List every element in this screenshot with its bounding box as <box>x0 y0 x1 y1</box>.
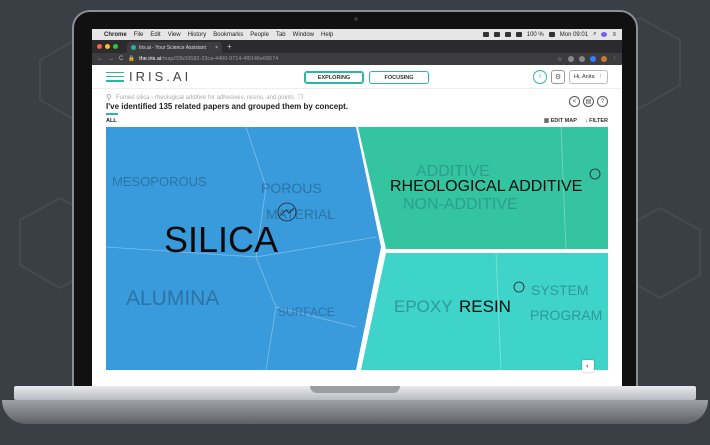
forward-icon[interactable]: → <box>108 56 114 62</box>
accent-underline <box>106 113 118 115</box>
menu-bookmarks[interactable]: Bookmarks <box>213 32 243 38</box>
laptop-screen: Chrome File Edit View History Bookmarks … <box>92 29 622 386</box>
hamburger-icon[interactable] <box>106 71 124 82</box>
copy-icon[interactable]: ❐ <box>298 94 303 101</box>
mode-switch: EXPLORING FOCUSING <box>304 71 429 84</box>
menubar-app-name[interactable]: Chrome <box>104 32 127 38</box>
concept-silica[interactable]: SILICA <box>164 219 278 261</box>
extension-icon[interactable] <box>578 55 585 62</box>
menu-file[interactable]: File <box>134 32 144 38</box>
extension-icon[interactable] <box>589 55 596 62</box>
url-host: the.iris.ai <box>139 56 162 62</box>
laptop-lid: Chrome File Edit View History Bookmarks … <box>72 10 638 388</box>
concept-resin[interactable]: RESIN <box>459 297 511 317</box>
result-summary: I've identified 135 related papers and g… <box>106 102 348 111</box>
battery-level[interactable]: 100 % <box>527 32 544 38</box>
map-settings-icon[interactable]: ◐ <box>582 360 594 372</box>
exploring-button[interactable]: EXPLORING <box>304 71 364 84</box>
reload-icon[interactable]: C <box>119 56 123 62</box>
concept-map: MESOPOROUS POROUS MATERIAL SILICA ALUMIN… <box>105 126 608 371</box>
more-icon[interactable]: ⋮ <box>612 56 618 63</box>
kebab-icon: ⋮ <box>597 73 604 80</box>
back-icon[interactable]: ← <box>97 56 103 62</box>
help-icon[interactable]: ? <box>597 96 608 107</box>
laptop-base-bottom <box>2 400 708 424</box>
tab-title: Iris.ai - Your Science Assistant <box>139 44 206 51</box>
share-icon[interactable]: < <box>569 96 580 107</box>
close-tab-icon[interactable]: × <box>215 45 218 51</box>
info-icon[interactable]: i <box>533 69 548 84</box>
favicon-icon <box>131 45 136 50</box>
bookmark-star-icon[interactable]: ☆ <box>557 56 562 63</box>
browser-tab-strip: Iris.ai - Your Science Assistant × + <box>92 40 622 53</box>
url-field[interactable]: the.iris.ai/map/33b99582-33ca-4400-9714-… <box>139 56 278 62</box>
menu-window[interactable]: Window <box>293 32 314 38</box>
menu-people[interactable]: People <box>250 32 269 38</box>
settings-gear-icon[interactable]: ⚙ <box>551 69 566 84</box>
camera <box>354 17 358 21</box>
status-icon[interactable] <box>482 32 489 37</box>
concept-rheological-additive[interactable]: RHEOLOGICAL ADDITIVE <box>390 178 582 196</box>
concept-porous[interactable]: POROUS <box>261 180 322 196</box>
wifi-icon[interactable] <box>515 32 522 37</box>
clock[interactable]: Mon 09:01 <box>560 32 588 38</box>
search-query[interactable]: ⚲ Fumed silica - rheological additive fo… <box>106 93 303 102</box>
menu-history[interactable]: History <box>188 32 207 38</box>
laptop-base <box>0 386 710 445</box>
edit-map-label: EDIT MAP <box>550 118 577 124</box>
concept-system[interactable]: SYSTEM <box>531 282 589 298</box>
iris-logo[interactable]: IRIS.AI <box>129 69 191 84</box>
status-icon[interactable] <box>493 32 500 37</box>
edit-map-button[interactable]: ▥ EDIT MAP <box>544 118 577 124</box>
spotlight-icon[interactable]: ⌕ <box>593 31 596 38</box>
document-icon[interactable]: ▤ <box>583 96 594 107</box>
address-bar: ← → C 🔒 the.iris.ai/map/33b99582-33ca-44… <box>92 53 622 65</box>
close-window-icon[interactable] <box>97 44 102 49</box>
query-text: Fumed silica - rheological additive for … <box>115 94 294 101</box>
app-header: IRIS.AI EXPLORING FOCUSING i ⚙ Hi, Anita… <box>92 65 622 89</box>
laptop-notch <box>310 386 400 393</box>
header-right: i ⚙ Hi, Anita ⋮ <box>533 69 608 84</box>
user-menu-button[interactable]: Hi, Anita ⋮ <box>569 69 608 84</box>
menu-edit[interactable]: Edit <box>150 32 160 38</box>
maximize-window-icon[interactable] <box>113 44 118 49</box>
lock-icon: 🔒 <box>128 56 136 62</box>
mac-menubar: Chrome File Edit View History Bookmarks … <box>92 29 622 40</box>
browser-tab[interactable]: Iris.ai - Your Science Assistant × <box>127 42 222 53</box>
url-path: /map/33b99582-33ca-4400-9714-4f9146e6867… <box>161 56 279 62</box>
user-greeting: Hi, Anita <box>574 73 595 80</box>
profile-avatar[interactable] <box>600 55 607 62</box>
status-icon[interactable] <box>504 32 511 37</box>
menu-view[interactable]: View <box>168 32 181 38</box>
new-tab-button[interactable]: + <box>227 42 232 51</box>
menu-list-icon[interactable]: ≡ <box>612 32 616 38</box>
concept-mesoporous[interactable]: MESOPOROUS <box>112 174 207 189</box>
concept-surface[interactable]: SURFACE <box>278 305 335 319</box>
edit-map-icon: ▥ <box>543 118 551 124</box>
map-actions: < ▤ ? <box>569 96 608 107</box>
filter-button[interactable]: ↓ FILTER <box>585 118 608 124</box>
concept-program[interactable]: PROGRAM <box>530 307 602 323</box>
battery-icon <box>548 32 555 37</box>
concept-non-additive[interactable]: NON-ADDITIVE <box>403 196 518 214</box>
minimize-window-icon[interactable] <box>105 44 110 49</box>
menu-help[interactable]: Help <box>321 32 333 38</box>
map-toolbar: ALL ▥ EDIT MAP ↓ FILTER <box>106 118 608 124</box>
menu-tab[interactable]: Tab <box>276 32 286 38</box>
filter-label: FILTER <box>589 118 608 124</box>
extension-icon[interactable] <box>567 55 574 62</box>
focusing-button[interactable]: FOCUSING <box>369 71 429 84</box>
concept-epoxy[interactable]: EPOXY <box>394 297 453 317</box>
concept-alumina[interactable]: ALUMINA <box>126 287 219 311</box>
search-icon: ⚲ <box>106 93 112 102</box>
menubar-status: 100 % Mon 09:01 ⌕ ≡ <box>482 31 616 38</box>
filter-all-tab[interactable]: ALL <box>106 118 117 124</box>
extension-icons: ☆ ⋮ <box>557 55 618 63</box>
siri-icon[interactable] <box>601 32 608 37</box>
